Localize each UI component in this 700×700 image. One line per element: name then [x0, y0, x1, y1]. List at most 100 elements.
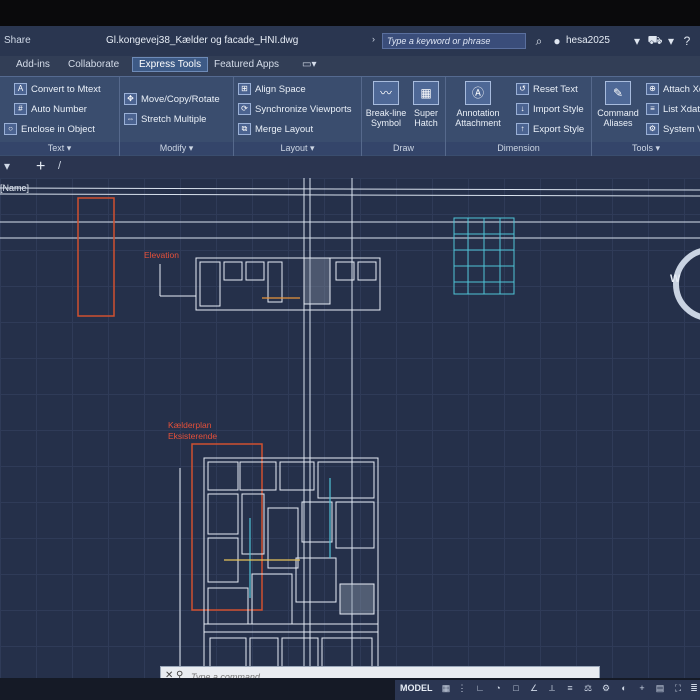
compass-west-label[interactable]: W — [670, 273, 680, 285]
snap-icon[interactable]: ⋮ — [456, 682, 468, 694]
search-input[interactable]: Type a keyword or phrase — [382, 33, 526, 49]
basement-plan-label-line2: Eksisterende — [168, 431, 218, 441]
stretch-multiple-button[interactable]: ⇔ Stretch Multiple — [124, 113, 206, 125]
chevron-down-icon[interactable]: ▾ — [4, 159, 10, 173]
annotation-icon: Ⓐ — [465, 81, 491, 105]
panel-layout: ⊞ Align Space ⟳ Synchronize Viewports ⧉ Mer… — [234, 77, 362, 157]
panel-title: Dimension — [446, 142, 591, 155]
break-line-symbol-button[interactable]: 〰 Break-line Symbol — [364, 81, 408, 128]
title-bar: Share Gl.kongevej38_Kælder og facade_HNI… — [0, 26, 700, 56]
import-icon: ↓ — [516, 103, 529, 115]
export-style-button[interactable]: ↑ Export Style — [516, 123, 584, 135]
tab-featured-apps[interactable]: Featured Apps — [214, 59, 279, 70]
ribbon-tabs: Add-ins Collaborate Express Tools Featur… — [0, 56, 700, 76]
import-style-button[interactable]: ↓ Import Style — [516, 103, 584, 115]
panel-draw: 〰 Break-line Symbol ▦ Super Hatch Draw — [362, 77, 446, 157]
system-variables-button[interactable]: ⚙ System Va — [646, 123, 700, 135]
panel-title[interactable]: Modify ▾ — [120, 142, 233, 155]
drawing-canvas[interactable]: [Name] Elevation Kælderplan Eksisterende… — [0, 178, 700, 678]
polar-icon[interactable]: ◔ — [492, 682, 504, 694]
super-hatch-button[interactable]: ▦ Super Hatch — [408, 81, 444, 128]
tab-express-tools[interactable]: Express Tools — [132, 57, 209, 72]
customize-icon[interactable]: ≣ — [688, 682, 700, 694]
tab-collaborate[interactable]: Collaborate — [68, 59, 119, 70]
username[interactable]: hesa2025 — [566, 35, 610, 46]
tab-separator: / — [58, 160, 62, 172]
command-aliases-icon: ✎ — [605, 81, 631, 105]
panel-title[interactable]: Text ▾ — [0, 142, 119, 155]
button-label: Annotation Attachment — [455, 108, 501, 128]
button-label: Import Style — [533, 103, 584, 115]
button-label: List Xdata — [663, 103, 700, 115]
panel-title: Draw — [362, 142, 445, 155]
share-button[interactable]: Share — [4, 35, 31, 46]
panel-title[interactable]: Layout ▾ — [234, 142, 361, 155]
units-icon[interactable]: + — [636, 682, 648, 694]
user-icon[interactable]: ● — [550, 34, 564, 48]
export-icon: ↑ — [516, 123, 529, 135]
panel-dimension: Ⓐ Annotation Attachment ↺ Reset Text ↓ Impo… — [446, 77, 592, 157]
button-label: Stretch Multiple — [141, 113, 207, 125]
autocad-window: Share Gl.kongevej38_Kælder og facade_HNI… — [0, 26, 700, 700]
number-icon: # — [14, 103, 27, 115]
button-label: System Va — [663, 123, 700, 135]
button-label: Convert to Mtext — [31, 83, 101, 95]
model-space-button[interactable]: MODEL — [400, 683, 433, 693]
basement-plan-label-line1: Kælderplan — [168, 420, 212, 430]
chevron-down-icon[interactable]: ▾ — [630, 34, 644, 48]
new-tab-plus-icon[interactable]: + — [36, 158, 45, 176]
ortho-icon[interactable]: ∟ — [474, 682, 486, 694]
button-label: Merge Layout — [255, 123, 314, 135]
stretch-icon: ⇔ — [124, 113, 137, 125]
fullscreen-icon[interactable]: ⛶ — [672, 682, 684, 694]
document-title: Gl.kongevej38_Kælder og facade_HNI.dwg — [106, 35, 299, 46]
synchronize-viewports-button[interactable]: ⟳ Synchronize Viewports — [238, 103, 351, 115]
attach-icon: ⊕ — [646, 83, 659, 95]
panel-modify: ✥ Move/Copy/Rotate ⇔ Stretch Multiple Modi… — [120, 77, 234, 157]
button-label: Enclose in Object — [21, 123, 95, 135]
button-label: Auto Number — [31, 103, 87, 115]
otrack-icon[interactable]: ∠ — [528, 682, 540, 694]
lineweight-icon[interactable]: ≡ — [564, 682, 576, 694]
command-aliases-button[interactable]: ✎ Command Aliases — [594, 81, 642, 128]
osnap-icon[interactable]: □ — [510, 682, 522, 694]
move-copy-rotate-button[interactable]: ✥ Move/Copy/Rotate — [124, 93, 220, 105]
help-icon[interactable]: ? — [680, 34, 694, 48]
sync-icon: ⟳ — [238, 103, 251, 115]
tab-overflow-icon[interactable]: ▭▾ — [302, 59, 316, 70]
search-icon[interactable]: ⌕ — [532, 34, 546, 48]
panel-tools: ✎Command Aliases ⊕Attach Xd ≡List Xdata … — [592, 77, 700, 157]
enclose-in-object-button[interactable]: ○ Enclose in Object — [4, 123, 95, 135]
attach-xdata-button[interactable]: ⊕ Attach Xd — [646, 83, 700, 95]
workspace-icon[interactable]: ⚙ — [600, 682, 612, 694]
chevron-down-icon[interactable]: ▾ — [664, 34, 678, 48]
cart-icon[interactable]: ⛟ — [647, 33, 662, 48]
annotation-attachment-button[interactable]: Ⓐ Annotation Attachment — [450, 81, 506, 128]
hatch-icon: ▦ — [413, 81, 439, 105]
button-label: Command Aliases — [597, 108, 639, 128]
merge-layout-button[interactable]: ⧉ Merge Layout — [238, 123, 313, 135]
cyan-facade — [453, 217, 515, 295]
auto-number-button[interactable]: # Auto Number — [14, 103, 87, 115]
panel-title[interactable]: Tools ▾ — [592, 142, 700, 155]
button-label: Attach Xd — [663, 83, 700, 95]
reset-text-button[interactable]: ↺ Reset Text — [516, 83, 578, 95]
grid-icon[interactable]: ▦ — [440, 682, 452, 694]
button-label: Align Space — [255, 83, 306, 95]
align-space-button[interactable]: ⊞ Align Space — [238, 83, 306, 95]
chevron-right-icon[interactable]: › — [372, 34, 375, 44]
file-tab-strip: ▾ + / — [0, 156, 700, 178]
drawing-svg — [0, 178, 700, 678]
ucs-icon[interactable]: ⟂ — [546, 682, 558, 694]
annotation-scale-icon[interactable]: ⚖ — [582, 682, 594, 694]
red-frame — [77, 197, 115, 317]
tab-add-ins[interactable]: Add-ins — [16, 59, 50, 70]
list-xdata-button[interactable]: ≡ List Xdata — [646, 103, 700, 115]
align-icon: ⊞ — [238, 83, 251, 95]
convert-to-mtext-button[interactable]: A Convert to Mtext — [14, 83, 101, 95]
break-line-icon: 〰 — [373, 81, 399, 105]
mtext-icon: A — [14, 83, 27, 95]
panel-text: A Convert to Mtext # Auto Number ○ Enclose … — [0, 77, 120, 157]
quick-properties-icon[interactable]: ▤ — [654, 682, 666, 694]
isolate-icon[interactable]: ◐ — [618, 682, 630, 694]
